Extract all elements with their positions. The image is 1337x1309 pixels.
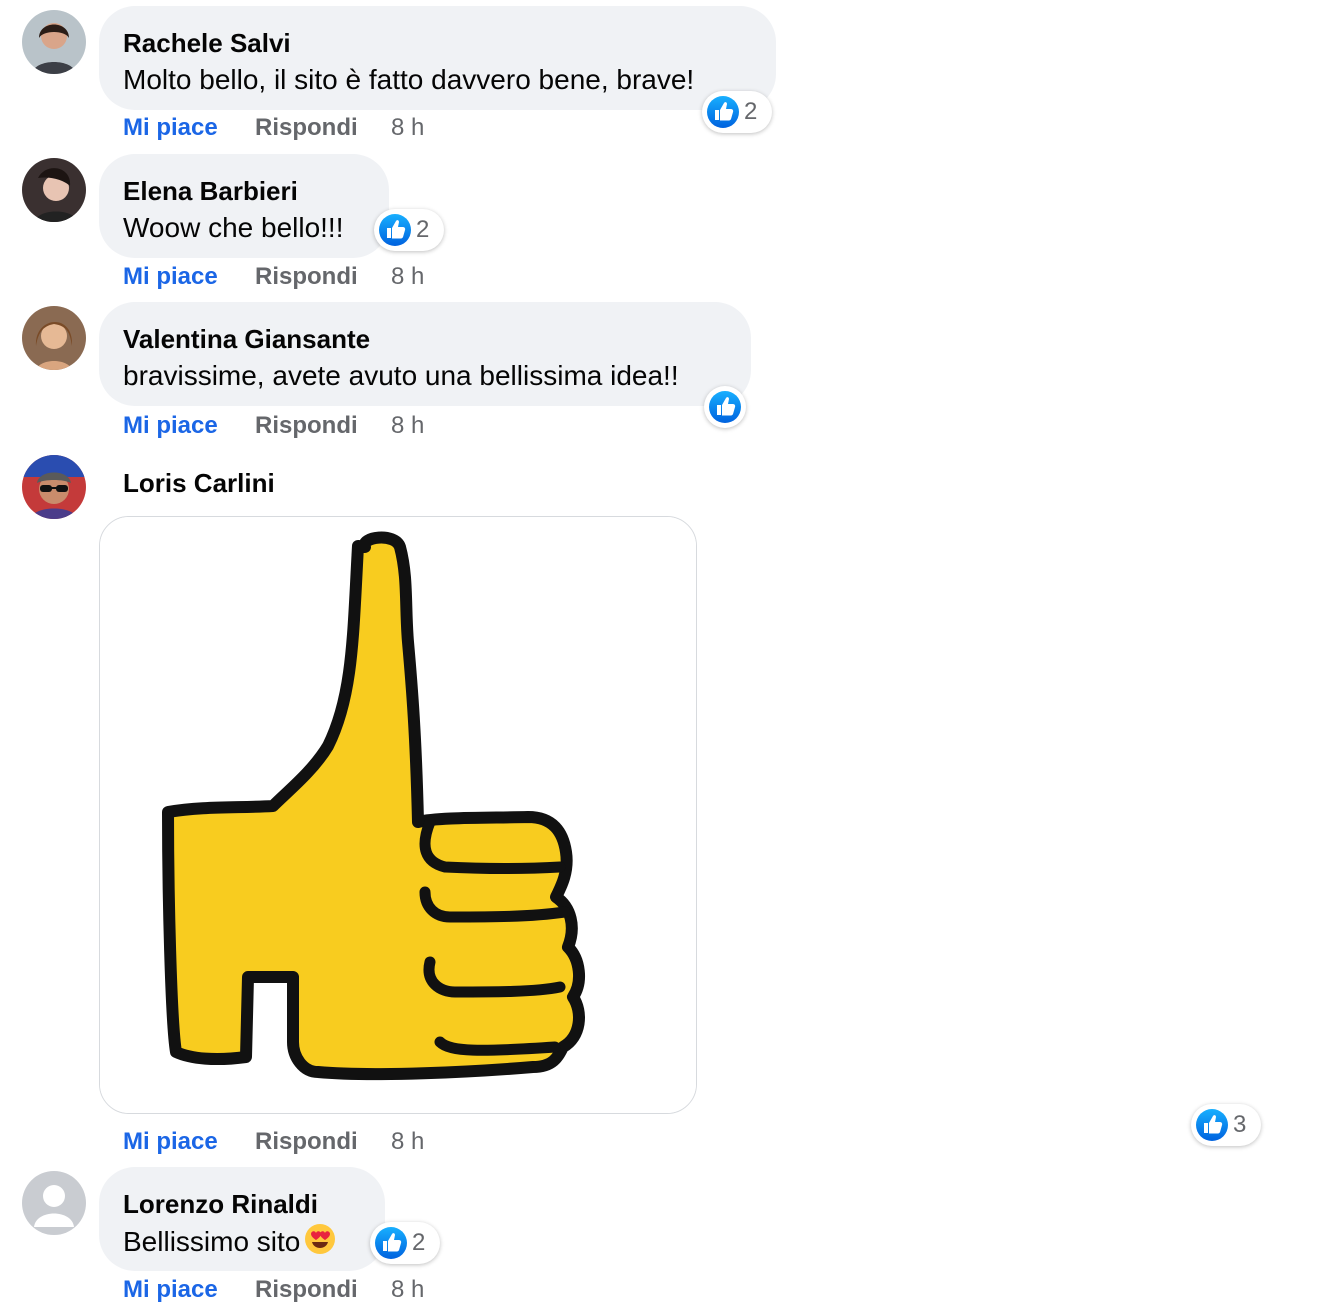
reaction-count: 2 (416, 216, 430, 243)
like-reaction-icon (1195, 1108, 1229, 1142)
reaction-summary[interactable] (704, 386, 746, 428)
comment-author[interactable]: Lorenzo Rinaldi (123, 1189, 361, 1219)
like-button[interactable]: Mi piace (123, 1126, 218, 1158)
comment-author[interactable]: Elena Barbieri (123, 176, 365, 206)
comment-text: Woow che bello!!! (123, 212, 344, 243)
like-reaction-icon (706, 95, 740, 129)
like-reaction-icon (708, 390, 742, 424)
reaction-summary[interactable]: 2 (370, 1222, 440, 1264)
like-button[interactable]: Mi piace (123, 261, 218, 293)
avatar[interactable] (22, 455, 86, 519)
avatar[interactable] (22, 10, 86, 74)
comment-author[interactable]: Valentina Giansante (123, 324, 727, 354)
comment-text-value: Bellissimo sito (123, 1226, 301, 1257)
like-reaction-icon (374, 1226, 408, 1260)
thumbs-up-sticker-icon (100, 517, 696, 1113)
reaction-summary[interactable]: 2 (702, 91, 772, 133)
reaction-count: 3 (1233, 1111, 1247, 1138)
reply-button[interactable]: Rispondi (255, 261, 358, 293)
comment-bubble: Elena Barbieri Woow che bello!!! (99, 154, 389, 258)
reply-button[interactable]: Rispondi (255, 410, 358, 442)
like-button[interactable]: Mi piace (123, 112, 218, 144)
like-reaction-icon (378, 213, 412, 247)
comment-author[interactable]: Rachele Salvi (123, 28, 752, 58)
comment-text: Bellissimo sito (123, 1223, 361, 1260)
comment-timestamp[interactable]: 8 h (391, 112, 424, 144)
comment-text: bravissime, avete avuto una bellissima i… (123, 360, 679, 391)
reply-button[interactable]: Rispondi (255, 1274, 358, 1306)
reaction-count: 2 (744, 98, 758, 125)
comment-timestamp[interactable]: 8 h (391, 261, 424, 293)
avatar[interactable] (22, 158, 86, 222)
comment-timestamp[interactable]: 8 h (391, 1126, 424, 1158)
avatar[interactable] (22, 1171, 86, 1235)
like-button[interactable]: Mi piace (123, 1274, 218, 1306)
comment-bubble: Lorenzo Rinaldi Bellissimo sito (99, 1167, 385, 1271)
avatar[interactable] (22, 306, 86, 370)
reaction-summary[interactable]: 2 (374, 209, 444, 251)
like-button[interactable]: Mi piace (123, 410, 218, 442)
sticker-attachment[interactable] (99, 516, 697, 1114)
reaction-summary[interactable]: 3 (1191, 1104, 1261, 1146)
reply-button[interactable]: Rispondi (255, 1126, 358, 1158)
comment-author[interactable]: Loris Carlini (123, 468, 275, 498)
reaction-count: 2 (412, 1229, 426, 1256)
comment-timestamp[interactable]: 8 h (391, 410, 424, 442)
comment-bubble: Valentina Giansante bravissime, avete av… (99, 302, 751, 406)
reply-button[interactable]: Rispondi (255, 112, 358, 144)
heart-eyes-emoji-icon (304, 1223, 336, 1255)
comment-text: Molto bello, il sito è fatto davvero ben… (123, 64, 695, 95)
comment-bubble: Rachele Salvi Molto bello, il sito è fat… (99, 6, 776, 110)
comment-timestamp[interactable]: 8 h (391, 1274, 424, 1306)
